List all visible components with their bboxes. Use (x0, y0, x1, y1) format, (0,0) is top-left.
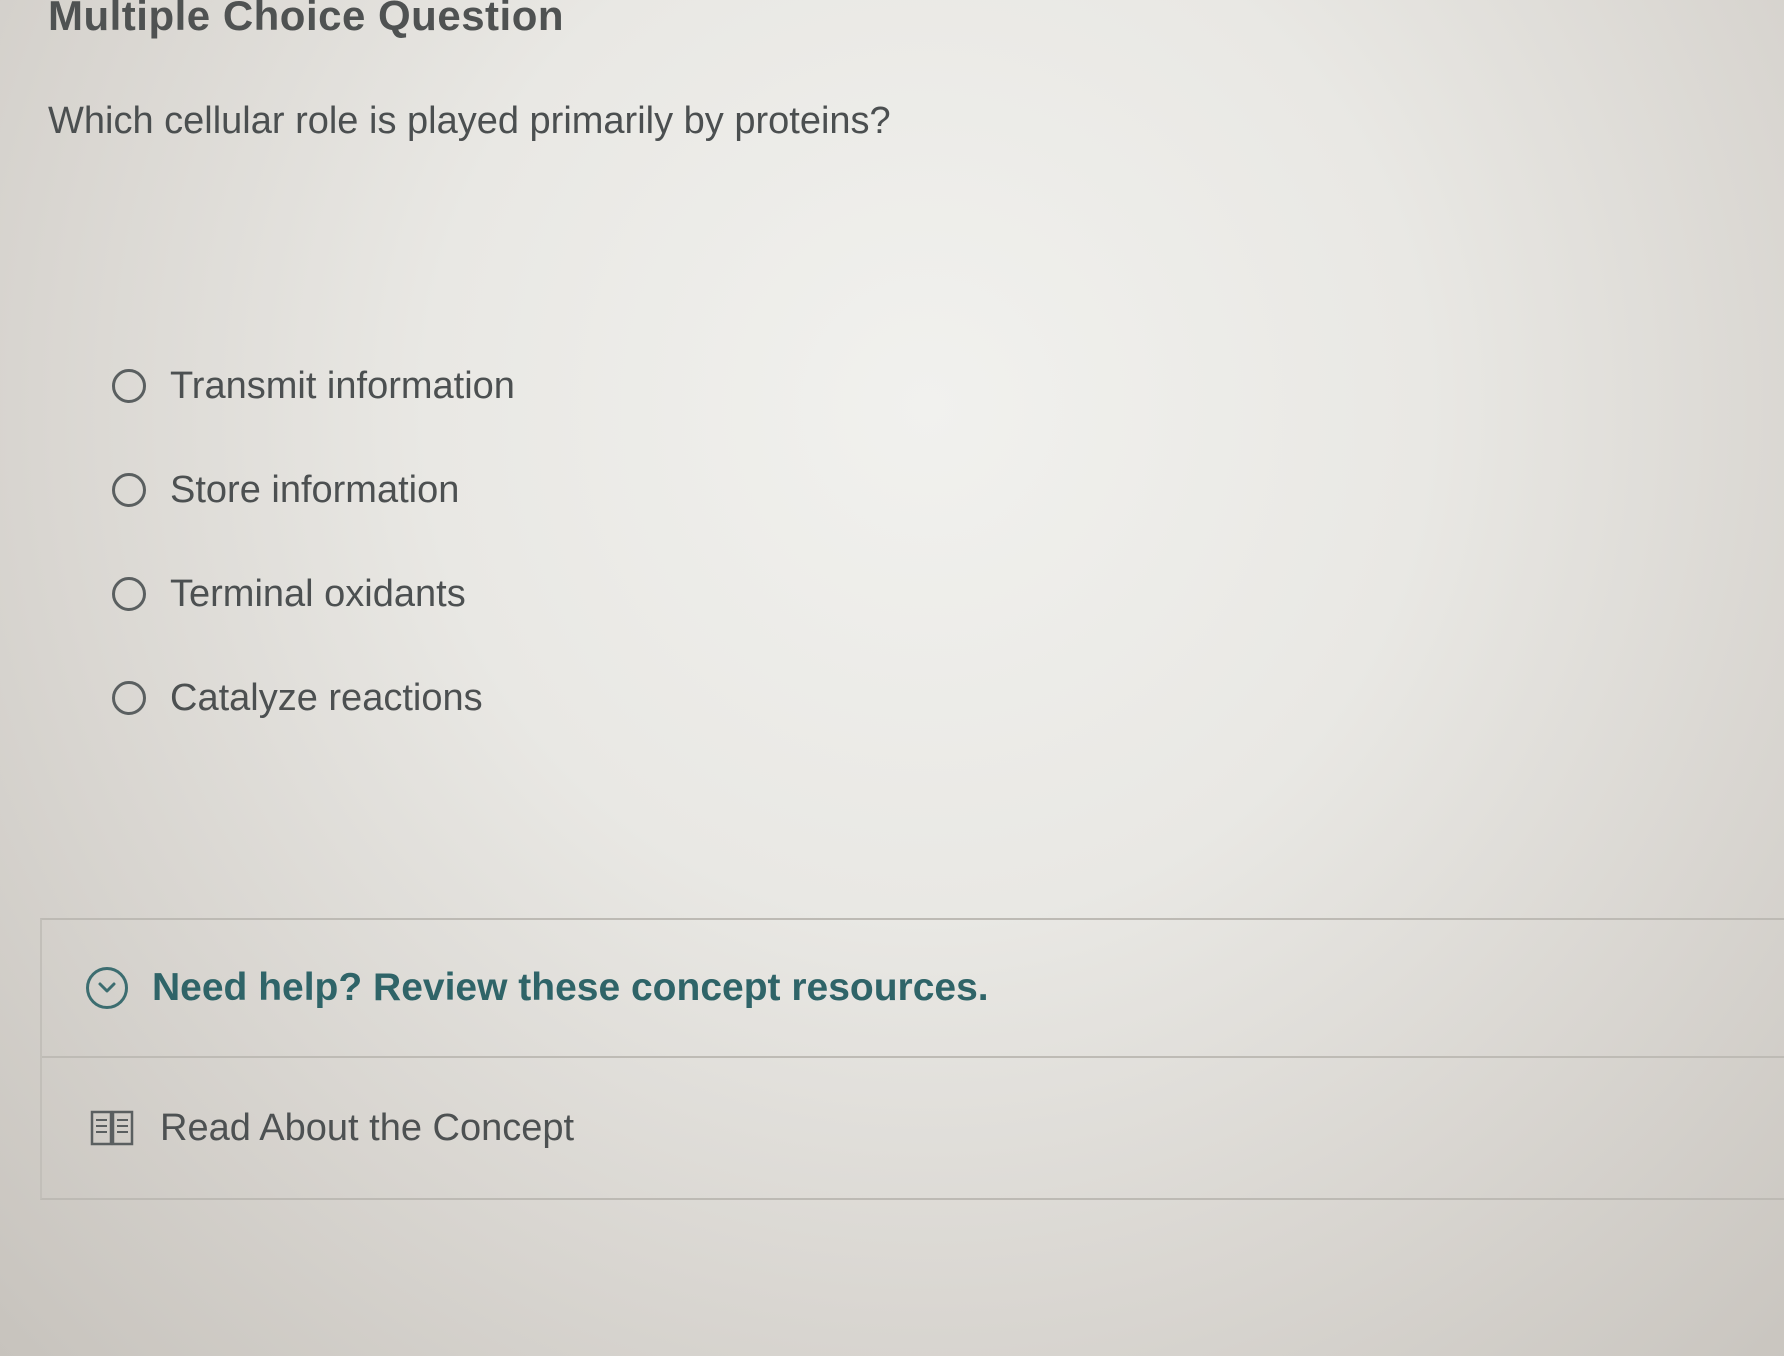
radio-button[interactable] (112, 577, 146, 611)
need-help-label: Need help? Review these concept resource… (152, 966, 989, 1009)
answer-option-label: Terminal oxidants (170, 572, 466, 615)
radio-button[interactable] (112, 473, 146, 507)
page-title: Multiple Choice Question (48, 0, 565, 39)
answer-option-terminal-oxidants[interactable]: Terminal oxidants (112, 568, 1012, 620)
read-about-concept-label: Read About the Concept (160, 1106, 575, 1149)
answer-option-store-information[interactable]: Store information (112, 464, 1012, 516)
read-about-concept-link[interactable]: Read About the Concept (42, 1058, 1784, 1198)
answer-option-transmit-information[interactable]: Transmit information (112, 360, 1012, 412)
radio-button[interactable] (112, 369, 146, 403)
radio-button[interactable] (112, 681, 146, 715)
book-icon (90, 1108, 134, 1148)
answer-option-label: Catalyze reactions (170, 676, 483, 719)
answer-option-label: Store information (170, 468, 460, 511)
chevron-down-circle-icon (86, 967, 128, 1009)
question-text: Which cellular role is played primarily … (48, 100, 891, 142)
answer-option-catalyze-reactions[interactable]: Catalyze reactions (112, 672, 1012, 724)
concept-resources-panel: Need help? Review these concept resource… (40, 918, 1784, 1200)
answer-options: Transmit information Store information T… (112, 360, 1012, 776)
answer-option-label: Transmit information (170, 364, 515, 407)
need-help-toggle[interactable]: Need help? Review these concept resource… (42, 920, 1784, 1058)
